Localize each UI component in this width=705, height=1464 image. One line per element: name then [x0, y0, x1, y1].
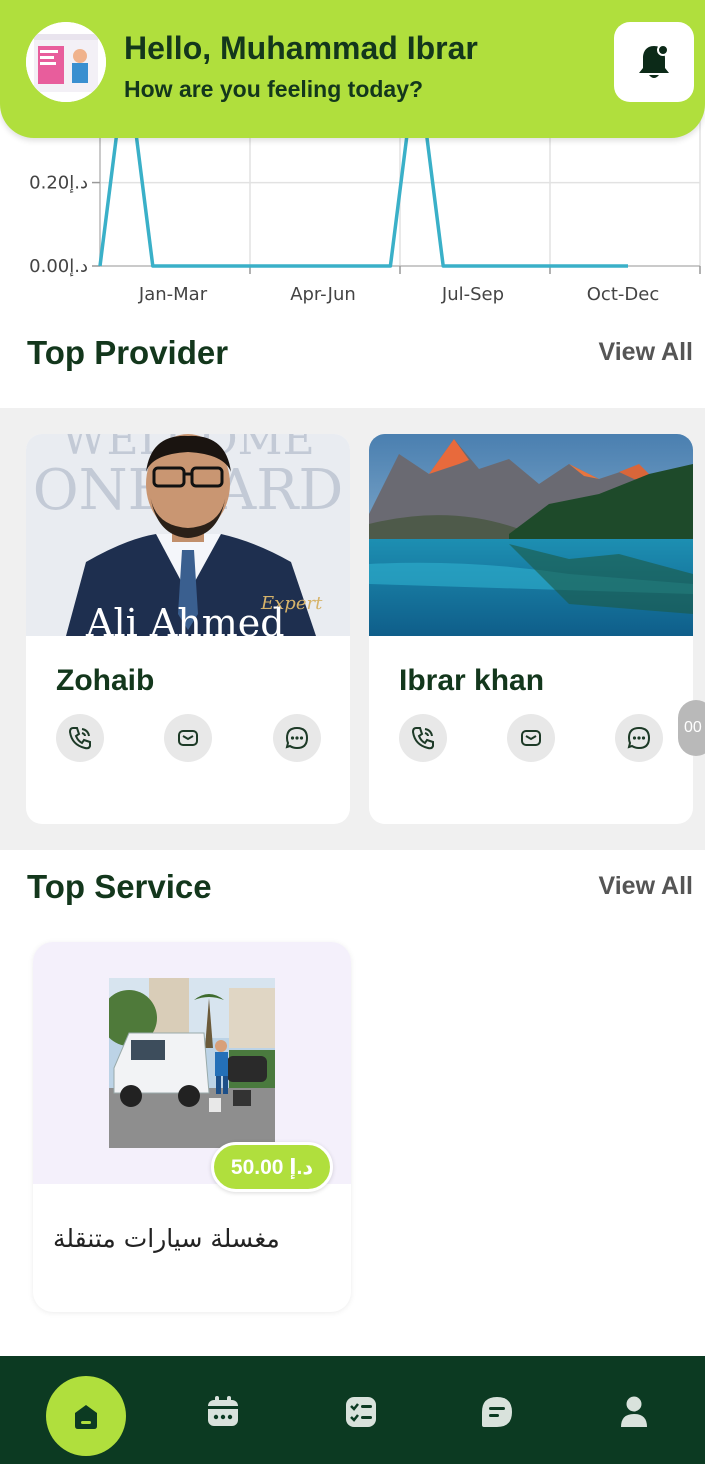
chat-icon	[482, 1397, 512, 1427]
calendar-icon	[208, 1396, 238, 1426]
top-provider-title: Top Provider	[27, 334, 229, 371]
chat-bubble-icon	[285, 726, 309, 750]
revenue-chart: 0.20د.إ 0.00د.إ Jan-Mar Apr-Jun Jul-Sep Oct-…	[29, 120, 701, 305]
notifications-button[interactable]	[614, 22, 694, 102]
app-header: Hello, Muhammad Ibrar How are you feelin…	[0, 0, 705, 138]
mail-icon	[178, 730, 198, 746]
chart-x-tick-label: Apr-Jun	[290, 284, 356, 305]
nav-home[interactable]	[46, 1376, 126, 1456]
message-button[interactable]	[273, 714, 321, 762]
top-provider-view-all[interactable]: View All	[599, 338, 693, 367]
chart-x-ticks: Jan-Mar Apr-Jun Jul-Sep Oct-Dec	[138, 266, 701, 305]
checklist-icon	[346, 1397, 376, 1427]
provider-card[interactable]: WELCOME ONBOARD Expert Ali Ahmed Zohaib	[26, 434, 350, 824]
provider-card[interactable]: Ibrar khan	[369, 434, 693, 824]
chart-x-tick-label: Oct-Dec	[587, 284, 659, 305]
service-name: مغسلة سيارات متنقلة	[53, 1224, 280, 1253]
greeting-title: Hello, Muhammad Ibrar	[124, 30, 478, 66]
chart-y-tick-label: 0.20د.إ	[29, 173, 88, 194]
top-service-view-all[interactable]: View All	[599, 872, 693, 901]
chart-y-ticks: 0.20د.إ 0.00د.إ	[29, 173, 100, 277]
service-price-badge: 50.00 د.إ	[211, 1142, 333, 1192]
chart-x-tick-label: Jul-Sep	[441, 284, 504, 305]
carousel-more-indicator[interactable]: 00	[678, 700, 705, 756]
email-button[interactable]	[507, 714, 555, 762]
service-photo	[109, 978, 275, 1148]
phone-icon	[68, 727, 91, 750]
user-avatar[interactable]	[26, 22, 106, 102]
provider-photo: WELCOME ONBOARD Expert Ali Ahmed	[26, 434, 350, 636]
provider-photo	[369, 434, 693, 636]
mail-icon	[521, 730, 541, 746]
provider-name: Ibrar khan	[399, 664, 545, 697]
nav-profile[interactable]	[614, 1392, 654, 1432]
bottom-navigation	[0, 1356, 705, 1464]
top-service-title: Top Service	[27, 868, 212, 905]
call-button[interactable]	[399, 714, 447, 762]
nav-bookings[interactable]	[203, 1392, 243, 1432]
bell-icon	[639, 44, 669, 78]
service-card[interactable]: 50.00 د.إ مغسلة سيارات متنقلة	[33, 942, 351, 1312]
photo-caption: Ali Ahmed	[85, 601, 285, 636]
phone-icon	[411, 727, 434, 750]
email-button[interactable]	[164, 714, 212, 762]
call-button[interactable]	[56, 714, 104, 762]
message-button[interactable]	[615, 714, 663, 762]
chart-series	[98, 120, 628, 268]
chat-bubble-icon	[627, 726, 651, 750]
provider-name: Zohaib	[56, 664, 155, 697]
profile-icon	[621, 1396, 647, 1427]
nav-chat[interactable]	[477, 1392, 517, 1432]
chart-series-line	[98, 120, 628, 268]
chart-y-tick-label: 0.00د.إ	[29, 256, 88, 277]
greeting-subtitle: How are you feeling today?	[124, 76, 424, 102]
home-icon	[75, 1405, 97, 1429]
chart-x-tick-label: Jan-Mar	[138, 284, 208, 305]
nav-tasks[interactable]	[341, 1392, 381, 1432]
